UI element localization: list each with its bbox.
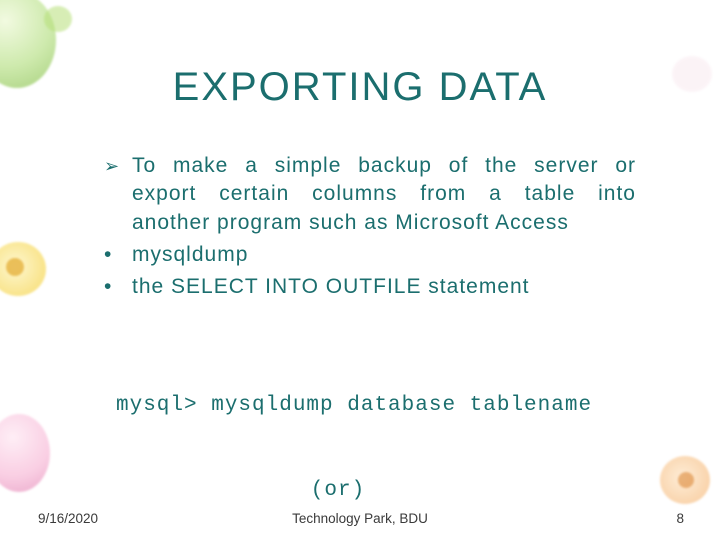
bullet-item-2: • mysqldump xyxy=(104,241,636,269)
code-line: (or) xyxy=(116,477,620,505)
dot-bullet-icon: • xyxy=(104,273,132,301)
footer-center: Technology Park, BDU xyxy=(0,511,720,526)
dot-bullet-icon: • xyxy=(104,241,132,269)
slide-footer: 9/16/2020 Technology Park, BDU 8 xyxy=(0,511,720,526)
bullet-1-line-1: To make a simple backup of the server or xyxy=(132,152,636,180)
arrow-bullet-icon: ➢ xyxy=(104,152,132,237)
bullet-1-line-3: another program such as Microsoft Access xyxy=(132,209,636,237)
bullet-list: ➢ To make a simple backup of the server … xyxy=(60,152,660,302)
bullet-text: the SELECT INTO OUTFILE statement xyxy=(132,273,636,301)
bullet-1-line-2: export certain columns from a table into xyxy=(132,180,636,208)
bullet-item-1: ➢ To make a simple backup of the server … xyxy=(104,152,636,237)
code-line: mysql> mysqldump database tablename xyxy=(116,392,620,420)
code-block: mysql> mysqldump database tablename (or)… xyxy=(116,336,620,540)
bullet-text: To make a simple backup of the server or… xyxy=(132,152,636,237)
bullet-text: mysqldump xyxy=(132,241,636,269)
bullet-item-3: • the SELECT INTO OUTFILE statement xyxy=(104,273,636,301)
slide: EXPORTING DATA ➢ To make a simple backup… xyxy=(0,0,720,540)
slide-title: EXPORTING DATA xyxy=(60,65,660,110)
